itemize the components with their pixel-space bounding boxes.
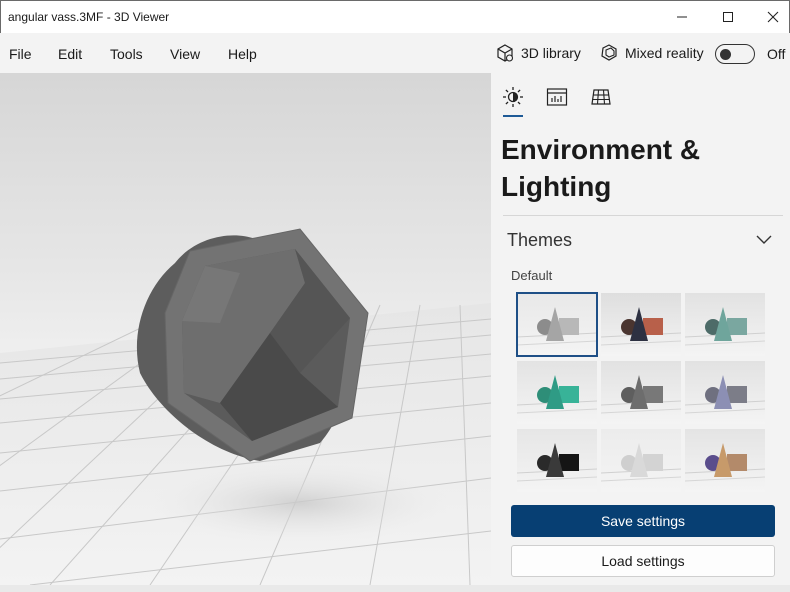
theme-preview: [685, 375, 765, 414]
theme-tile[interactable]: [601, 361, 681, 424]
tab-selected-indicator: [503, 115, 523, 117]
save-settings-button[interactable]: Save settings: [511, 505, 775, 537]
side-panel: Environment & Lighting Themes Default Sa…: [491, 73, 790, 585]
chevron-down-icon[interactable]: [756, 235, 772, 245]
title-bar: angular vass.3MF - 3D Viewer: [0, 0, 790, 33]
maximize-button[interactable]: [705, 1, 751, 33]
tab-stats[interactable]: [545, 85, 569, 109]
close-icon: [767, 11, 779, 23]
menu-bar: File Edit Tools View Help 3D library Mix…: [0, 33, 790, 73]
themes-section-header[interactable]: Themes: [507, 230, 572, 251]
toggle-state-label: Off: [767, 46, 786, 62]
theme-preview: [517, 375, 597, 414]
theme-preview: [601, 307, 681, 346]
stats-icon: [546, 88, 568, 106]
theme-tile[interactable]: [517, 429, 597, 492]
toggle-knob: [720, 48, 731, 60]
theme-preview: [601, 375, 681, 414]
theme-tile[interactable]: [601, 293, 681, 356]
minimize-icon: [677, 16, 687, 18]
theme-preview: [685, 307, 765, 346]
theme-preview: [517, 443, 597, 482]
sun-icon: [503, 87, 523, 107]
tab-grid[interactable]: [589, 85, 613, 109]
mixed-reality-label: Mixed reality: [625, 45, 704, 61]
3d-library-label: 3D library: [521, 45, 581, 61]
minimize-button[interactable]: [659, 1, 705, 33]
theme-preview: [517, 307, 597, 346]
panel-title: Environment & Lighting: [501, 134, 701, 202]
3d-viewport[interactable]: [0, 73, 491, 585]
cube-icon: [497, 44, 514, 62]
tab-lighting[interactable]: [501, 85, 525, 109]
theme-grid: [516, 292, 765, 493]
theme-tile[interactable]: [601, 429, 681, 492]
bottom-edge: [0, 585, 790, 592]
divider: [503, 215, 783, 216]
theme-preview: [601, 443, 681, 482]
menu-file[interactable]: File: [9, 46, 32, 62]
menu-tools[interactable]: Tools: [110, 46, 143, 62]
menu-view[interactable]: View: [170, 46, 200, 62]
grid-icon: [591, 89, 611, 105]
theme-tile[interactable]: [517, 361, 597, 424]
viewport-scene: [0, 228, 491, 585]
close-button[interactable]: [750, 1, 790, 33]
mixed-reality-icon: [601, 44, 617, 61]
theme-group-label: Default: [511, 268, 553, 283]
menu-edit[interactable]: Edit: [58, 46, 82, 62]
window-title: angular vass.3MF - 3D Viewer: [8, 10, 170, 24]
theme-tile[interactable]: [685, 361, 765, 424]
menu-help[interactable]: Help: [228, 46, 257, 62]
mixed-reality-toggle[interactable]: [715, 44, 755, 64]
maximize-icon: [723, 12, 733, 22]
theme-preview: [685, 443, 765, 482]
mixed-reality-button[interactable]: Mixed reality: [599, 42, 704, 64]
theme-tile[interactable]: [516, 292, 598, 357]
load-settings-button[interactable]: Load settings: [511, 545, 775, 577]
theme-tile[interactable]: [685, 429, 765, 492]
theme-tile[interactable]: [685, 293, 765, 356]
3d-library-button[interactable]: 3D library: [495, 42, 581, 64]
